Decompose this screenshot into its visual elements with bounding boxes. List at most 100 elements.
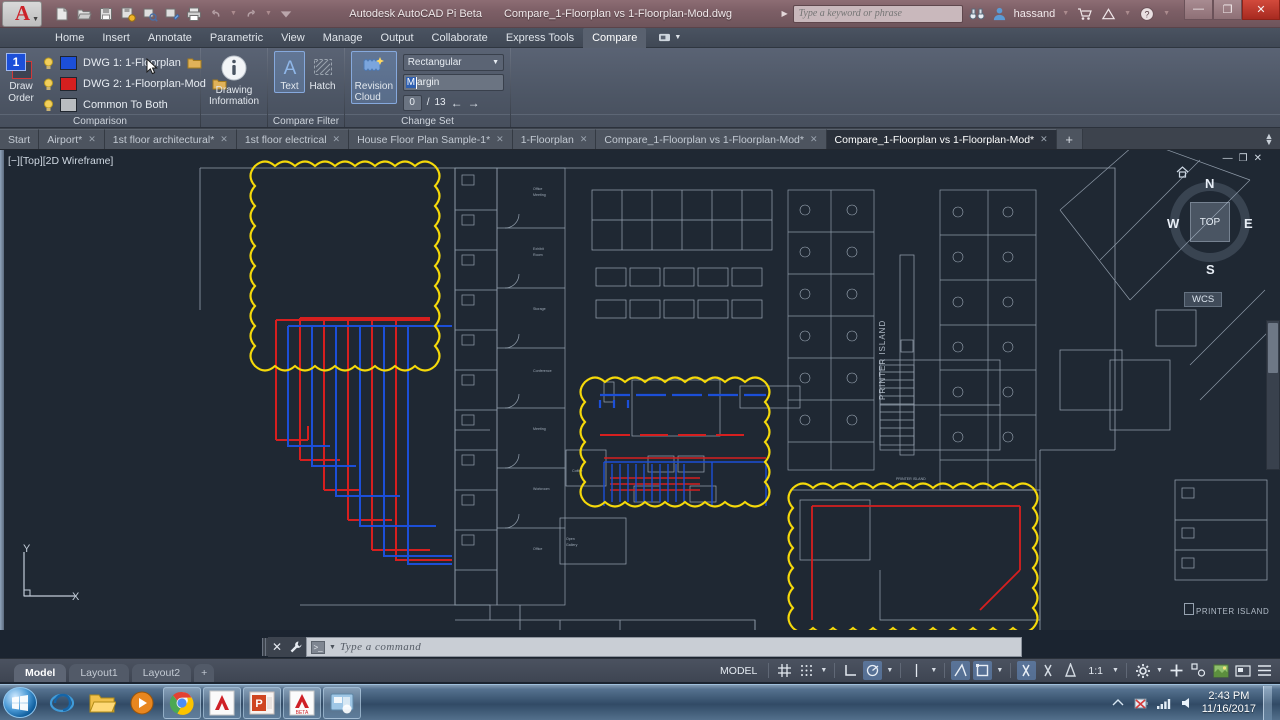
ribbon-tab-annotate[interactable]: Annotate bbox=[139, 28, 201, 48]
polar-tracking-toggle[interactable] bbox=[863, 661, 883, 680]
show-desktop-button[interactable] bbox=[1263, 685, 1272, 720]
close-icon[interactable]: ✕ bbox=[810, 134, 818, 145]
file-tab-compare-1[interactable]: Compare_1-Floorplan vs 1-Floorplan-Mod* … bbox=[596, 129, 827, 149]
close-icon[interactable]: ✕ bbox=[333, 134, 341, 145]
chrome-icon[interactable] bbox=[163, 686, 201, 719]
user-icon[interactable] bbox=[991, 5, 1009, 23]
tab-overflow-button[interactable]: ▲ ▼ bbox=[1258, 129, 1280, 149]
canvas-vertical-scrollbar[interactable] bbox=[1266, 320, 1280, 470]
lightbulb-icon[interactable] bbox=[42, 77, 54, 91]
new-tab-button[interactable]: + bbox=[1056, 129, 1083, 149]
color-swatch-common[interactable] bbox=[60, 98, 77, 112]
comparison-row-dwg1[interactable]: DWG 1: 1-Floorplan bbox=[42, 54, 227, 72]
lightbulb-icon[interactable] bbox=[42, 98, 54, 112]
view-cube[interactable]: TOP N S W E WCS bbox=[1162, 166, 1258, 307]
home-icon[interactable] bbox=[1176, 166, 1189, 178]
chevron-down-icon[interactable]: ▼ bbox=[1155, 667, 1164, 674]
powerpoint-icon[interactable]: P bbox=[243, 686, 281, 719]
viewport-label[interactable]: [−][Top][2D Wireframe] bbox=[8, 155, 113, 167]
close-icon[interactable]: ✕ bbox=[496, 134, 504, 145]
ribbon-display-options[interactable]: ▼ bbox=[658, 32, 681, 43]
layout-tab-layout2[interactable]: Layout2 bbox=[131, 663, 192, 682]
view-cube-west[interactable]: W bbox=[1167, 216, 1179, 231]
ribbon-tab-compare[interactable]: Compare bbox=[583, 27, 647, 48]
volume-icon[interactable] bbox=[1179, 695, 1195, 711]
hardware-acceleration-button[interactable] bbox=[1167, 661, 1186, 680]
wrench-icon[interactable] bbox=[286, 637, 306, 657]
viewport-minimize-button[interactable]: — bbox=[1223, 153, 1233, 164]
chevron-down-icon[interactable]: ▼ bbox=[1122, 10, 1133, 17]
lightbulb-icon[interactable] bbox=[42, 56, 54, 70]
autodesk-icon[interactable] bbox=[1099, 5, 1117, 23]
print-icon[interactable] bbox=[184, 4, 204, 24]
redo-icon[interactable] bbox=[241, 4, 261, 24]
isolate-objects-button[interactable] bbox=[1189, 661, 1208, 680]
ribbon-tab-view[interactable]: View bbox=[272, 28, 314, 48]
transparency-toggle[interactable] bbox=[1039, 661, 1058, 680]
command-input-wrapper[interactable]: >_ ▼ Type a command bbox=[306, 637, 1022, 657]
file-explorer-icon[interactable] bbox=[83, 687, 121, 719]
color-swatch-dwg2[interactable] bbox=[60, 77, 77, 91]
customization-button[interactable] bbox=[1233, 661, 1252, 680]
internet-explorer-icon[interactable] bbox=[43, 687, 81, 719]
annotation-scale-button[interactable]: 1:1 bbox=[1083, 665, 1108, 677]
isometric-drafting-toggle[interactable] bbox=[907, 661, 926, 680]
application-menu-button[interactable]: A ▼ bbox=[2, 0, 42, 27]
drawing-canvas[interactable]: Office Meeting Exhibit Room Storage Confer… bbox=[0, 150, 1280, 630]
view-cube-north[interactable]: N bbox=[1205, 176, 1214, 191]
view-cube-east[interactable]: E bbox=[1244, 216, 1253, 231]
revision-cloud-button[interactable]: Revision Cloud bbox=[351, 51, 397, 104]
snap-mode-toggle[interactable] bbox=[797, 661, 816, 680]
start-button[interactable] bbox=[3, 687, 37, 718]
object-snap-tracking-toggle[interactable] bbox=[951, 661, 971, 680]
color-swatch-dwg1[interactable] bbox=[60, 56, 77, 70]
ribbon-tab-home[interactable]: Home bbox=[46, 28, 93, 48]
file-tab-compare-2[interactable]: Compare_1-Floorplan vs 1-Floorplan-Mod* … bbox=[826, 129, 1057, 149]
layout-add-button[interactable]: + bbox=[194, 663, 215, 682]
remote-desktop-icon[interactable] bbox=[323, 686, 361, 719]
minimize-button[interactable]: — bbox=[1184, 0, 1213, 20]
selection-cycling-toggle[interactable] bbox=[1061, 661, 1080, 680]
file-tab-airport[interactable]: Airport* ✕ bbox=[39, 129, 105, 149]
chevron-right-icon[interactable]: ▶ bbox=[781, 9, 787, 18]
clean-screen-button[interactable] bbox=[1211, 661, 1230, 680]
show-hidden-icons-button[interactable] bbox=[1110, 695, 1126, 711]
change-set-index[interactable]: 0 bbox=[402, 94, 422, 111]
file-tab-1st-floor-electrical[interactable]: 1st floor electrical ✕ bbox=[236, 129, 350, 149]
command-line-close-button[interactable]: ✕ bbox=[268, 637, 286, 657]
search-input[interactable] bbox=[798, 8, 957, 19]
margin-input[interactable]: Margin bbox=[402, 74, 504, 91]
binoculars-icon[interactable] bbox=[968, 5, 986, 23]
filter-hatch-button[interactable]: Hatch bbox=[307, 51, 338, 93]
ribbon-tab-output[interactable]: Output bbox=[372, 28, 423, 48]
customize-icon[interactable] bbox=[276, 4, 296, 24]
network-icon[interactable] bbox=[1156, 695, 1172, 711]
viewport-close-button[interactable]: ✕ bbox=[1254, 153, 1262, 164]
close-icon[interactable]: ✕ bbox=[580, 134, 588, 145]
view-cube-south[interactable]: S bbox=[1206, 262, 1215, 277]
battery-icon[interactable] bbox=[1133, 695, 1149, 711]
taskbar-clock[interactable]: 2:43 PM 11/16/2017 bbox=[1202, 690, 1256, 716]
previous-change-button[interactable]: ← bbox=[451, 97, 463, 109]
ribbon-tab-parametric[interactable]: Parametric bbox=[201, 28, 272, 48]
chevron-down-icon[interactable]: ▼ bbox=[228, 10, 239, 17]
save-icon[interactable] bbox=[96, 4, 116, 24]
filter-text-button[interactable]: A Text bbox=[274, 51, 305, 93]
open-icon[interactable] bbox=[74, 4, 94, 24]
ribbon-tab-express-tools[interactable]: Express Tools bbox=[497, 28, 583, 48]
autocad-beta-icon[interactable]: BETA bbox=[283, 686, 321, 719]
cart-icon[interactable] bbox=[1076, 5, 1094, 23]
grid-display-toggle[interactable] bbox=[775, 661, 794, 680]
chevron-down-icon[interactable]: ▼ bbox=[329, 644, 336, 651]
ribbon-tab-insert[interactable]: Insert bbox=[93, 28, 139, 48]
chevron-down-icon[interactable]: ▼ bbox=[819, 667, 828, 674]
help-icon[interactable]: ? bbox=[1138, 5, 1156, 23]
object-snap-toggle[interactable] bbox=[973, 661, 993, 680]
ortho-mode-toggle[interactable] bbox=[841, 661, 860, 680]
close-icon[interactable]: ✕ bbox=[220, 134, 228, 145]
user-name[interactable]: hassand bbox=[1014, 8, 1056, 20]
save-as-icon[interactable] bbox=[118, 4, 138, 24]
drawing-information-button[interactable]: Drawing Information bbox=[207, 51, 261, 107]
file-tab-start[interactable]: Start bbox=[0, 129, 40, 149]
file-tab-1st-floor-architectural[interactable]: 1st floor architectural* ✕ bbox=[104, 129, 237, 149]
